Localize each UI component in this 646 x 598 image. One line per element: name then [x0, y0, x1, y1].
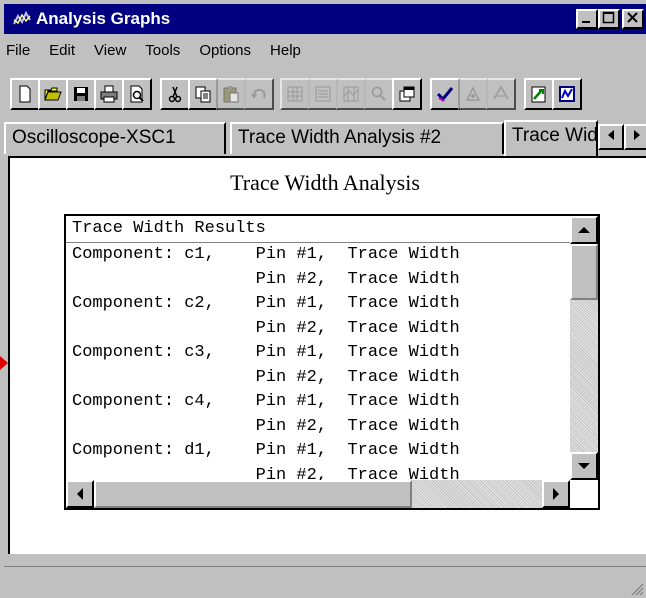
undo-icon: [251, 88, 266, 99]
results-list: Trace Width Results Component: c1, Pin #…: [66, 216, 570, 480]
zoom-button[interactable]: [364, 78, 394, 110]
tab-trace-width-analysis[interactable]: Trace Width Analysis: [504, 120, 598, 156]
window-restore-icon: [399, 86, 415, 102]
arrow-up-icon: [578, 227, 590, 233]
print-button[interactable]: [94, 78, 124, 110]
status-bar: [4, 566, 646, 598]
result-row: Pin #2, Trace Width: [72, 367, 460, 387]
result-row: Pin #2, Trace Width: [72, 416, 460, 436]
result-row: Component: d1, Pin #1, Trace Width: [72, 441, 460, 460]
results-header: Trace Width Results: [66, 216, 570, 243]
graph-tabs: Oscilloscope-XSC1 Trace Width Analysis #…: [4, 120, 646, 156]
tab-oscilloscope-xsc1[interactable]: Oscilloscope-XSC1: [4, 122, 226, 154]
resize-grip-icon[interactable]: [630, 582, 644, 596]
save-disk-icon: [74, 87, 88, 101]
triangle-right-icon: [634, 130, 640, 140]
tab-scroll-left-button[interactable]: [598, 124, 624, 150]
legend-button[interactable]: [308, 78, 338, 110]
arrow-down-icon: [578, 463, 590, 469]
grid-icon: [287, 86, 303, 102]
export-graph-icon: [559, 86, 575, 102]
triangle-left-icon: [608, 130, 614, 140]
minimize-icon: [582, 21, 590, 23]
scroll-left-button[interactable]: [66, 480, 94, 508]
folder-open-icon: [44, 87, 62, 101]
properties-icon: [465, 86, 481, 101]
print-preview-button[interactable]: [122, 78, 152, 110]
arrow-left-icon: [77, 488, 83, 500]
open-button[interactable]: [38, 78, 68, 110]
check-button[interactable]: [430, 78, 460, 110]
tab-scroll-right-button[interactable]: [624, 124, 646, 150]
analysis-graphs-window: Analysis Graphs File Edit View Tools Options…: [0, 0, 646, 598]
graph-area: Trace Width Analysis Trace Width Results…: [8, 156, 646, 554]
selection-marker-icon: [0, 356, 8, 370]
zoom-icon: [371, 86, 386, 101]
result-row: Component: c3, Pin #1, Trace Width: [72, 343, 460, 362]
vertical-scrollbar[interactable]: [570, 216, 598, 480]
cut-button[interactable]: [160, 78, 190, 110]
scroll-up-button[interactable]: [570, 216, 598, 244]
maximize-button[interactable]: [598, 9, 620, 29]
close-button[interactable]: [622, 9, 644, 29]
undo-button[interactable]: [244, 78, 274, 110]
toolbar: [10, 78, 646, 116]
maximize-icon: [602, 11, 615, 24]
arrow-right-icon: [553, 488, 559, 500]
tab-trace-width-analysis-2[interactable]: Trace Width Analysis #2: [230, 122, 504, 154]
menu-bar: File Edit View Tools Options Help: [4, 38, 318, 66]
print-preview-icon: [130, 85, 144, 103]
color-icon: [493, 85, 509, 100]
window-title: Analysis Graphs: [36, 9, 171, 28]
copy-icon: [195, 86, 211, 103]
grid-button[interactable]: [280, 78, 310, 110]
menu-view[interactable]: View: [92, 38, 128, 63]
paste-icon: [223, 86, 239, 103]
result-row: Pin #2, Trace Width: [72, 318, 460, 338]
vertical-scroll-thumb[interactable]: [570, 244, 598, 300]
tab-label: Trace Width Analysis #2: [238, 127, 442, 148]
properties-button[interactable]: [458, 78, 488, 110]
result-row: Pin #2, Trace Width: [72, 269, 460, 289]
printer-icon: [100, 85, 118, 103]
save-button[interactable]: [66, 78, 96, 110]
trace-width-results-box: Trace Width Results Component: c1, Pin #…: [64, 214, 600, 510]
menu-help[interactable]: Help: [268, 38, 303, 63]
export-excel-button[interactable]: [524, 78, 554, 110]
title-bar[interactable]: Analysis Graphs: [4, 4, 646, 34]
cursors-button[interactable]: [336, 78, 366, 110]
scroll-down-button[interactable]: [570, 452, 598, 480]
result-row: Component: c4, Pin #1, Trace Width: [72, 392, 460, 411]
close-icon: [627, 12, 638, 23]
menu-file[interactable]: File: [4, 38, 32, 63]
graph-title: Trace Width Analysis: [230, 170, 420, 195]
menu-tools[interactable]: Tools: [143, 38, 182, 63]
menu-options[interactable]: Options: [197, 38, 253, 63]
scissors-icon: [168, 86, 182, 103]
horizontal-scrollbar[interactable]: [66, 480, 570, 508]
result-row: Pin #2, Trace Width: [72, 465, 460, 481]
copy-button[interactable]: [188, 78, 218, 110]
new-file-icon: [19, 85, 31, 103]
cursor-icon: [343, 86, 359, 102]
checkmark-icon: [436, 87, 454, 102]
legend-icon: [315, 86, 331, 102]
result-row: Component: c2, Pin #1, Trace Width: [72, 294, 460, 313]
menu-edit[interactable]: Edit: [47, 38, 77, 63]
minimize-button[interactable]: [576, 9, 598, 29]
paste-button[interactable]: [216, 78, 246, 110]
result-row: Component: c1, Pin #1, Trace Width: [72, 245, 460, 264]
export-excel-icon: [531, 86, 546, 103]
export-graph-button[interactable]: [552, 78, 582, 110]
tab-label: Trace Width Analysis: [512, 125, 598, 146]
scroll-right-button[interactable]: [542, 480, 570, 508]
tab-label: Oscilloscope-XSC1: [12, 127, 176, 148]
reverse-colors-button[interactable]: [486, 78, 516, 110]
horizontal-scroll-thumb[interactable]: [94, 480, 412, 508]
new-button[interactable]: [10, 78, 40, 110]
restore-button[interactable]: [392, 78, 422, 110]
app-icon: [13, 10, 31, 25]
